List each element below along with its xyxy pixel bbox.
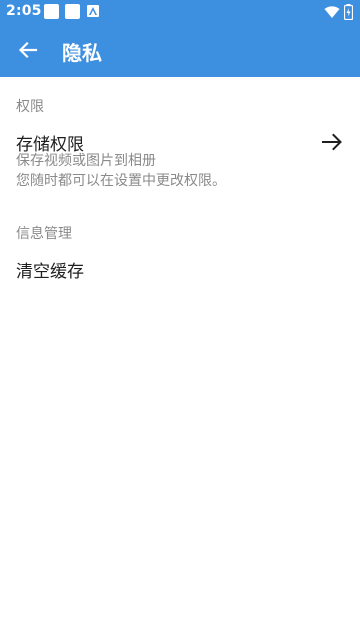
clear-cache-item[interactable]: 清空缓存 [0,252,360,286]
notification-icon [65,4,80,19]
wifi-icon [324,6,340,18]
arrow-left-icon [18,41,38,59]
page-title: 隐私 [62,41,102,65]
storage-permission-note: 您随时都可以在设置中更改权限。 [16,173,226,189]
back-button[interactable] [12,34,44,66]
clear-cache-title: 清空缓存 [16,262,84,282]
storage-permission-summary: 保存视频或图片到相册 [16,153,156,169]
app-bar: 隐私 [0,24,360,77]
battery-charging-icon [344,4,353,20]
section-header-permissions: 权限 [16,99,44,115]
status-bar: 2:05 [0,0,360,24]
arrow-right-icon[interactable] [320,130,344,154]
storage-permission-item[interactable]: 存储权限 保存视频或图片到相册 您随时都可以在设置中更改权限。 [0,126,360,194]
notification-icon [44,4,59,19]
status-time: 2:05 [6,3,42,19]
android-icon [87,5,99,17]
section-header-info-management: 信息管理 [16,226,72,242]
